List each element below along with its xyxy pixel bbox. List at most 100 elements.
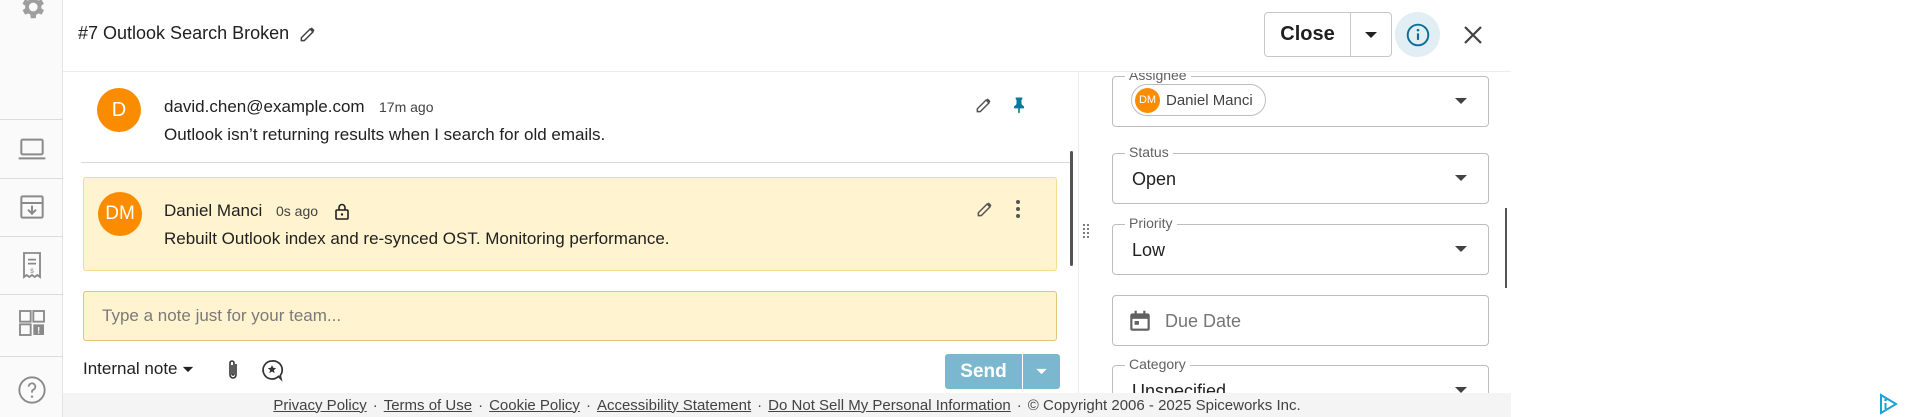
resize-handle[interactable] <box>1081 222 1091 242</box>
ticket-details-panel: Assignee DM Daniel Manci Status Open Pri… <box>1101 73 1501 393</box>
pin-icon <box>1014 97 1024 114</box>
send-button[interactable]: Send <box>945 354 1022 389</box>
gear-icon <box>22 0 44 19</box>
send-group: Send <box>945 354 1060 389</box>
note-input[interactable] <box>84 292 1056 340</box>
more-vert-icon <box>1016 200 1020 218</box>
assignee-chip[interactable]: DM Daniel Manci <box>1131 84 1266 116</box>
status-label: Status <box>1125 144 1173 160</box>
note-type-dropdown[interactable]: Internal note <box>83 359 194 379</box>
canned-response-icon <box>262 360 284 382</box>
privacy-policy-link[interactable]: Privacy Policy <box>273 397 366 414</box>
edit-title-button[interactable] <box>296 22 320 46</box>
priority-value: Low <box>1132 240 1166 260</box>
info-button[interactable] <box>1395 12 1440 57</box>
priority-label: Priority <box>1125 215 1177 231</box>
nav-devices[interactable] <box>0 120 63 178</box>
invoice-icon: $ <box>22 252 41 279</box>
close-ticket-group: Close <box>1264 12 1392 57</box>
message-time: 17m ago <box>379 99 434 115</box>
category-value: Unspecified <box>1132 381 1227 393</box>
ticket-title: #7 Outlook Search Broken <box>78 23 290 43</box>
caret-down-icon <box>182 366 193 372</box>
attach-file-button[interactable] <box>220 357 246 383</box>
caret-down-icon <box>1365 31 1377 38</box>
accessibility-statement-link[interactable]: Accessibility Statement <box>597 397 751 414</box>
nav-settings[interactable] <box>0 0 63 36</box>
ticket-header: #7 Outlook Search Broken Close <box>63 0 1511 72</box>
terms-of-use-link[interactable]: Terms of Use <box>384 397 472 414</box>
close-icon <box>1464 26 1482 44</box>
private-lock-indicator <box>330 199 354 223</box>
assignee-field[interactable]: Assignee DM Daniel Manci <box>1112 73 1489 127</box>
edit-note-button[interactable] <box>973 197 997 221</box>
assignee-label: Assignee <box>1125 73 1191 83</box>
send-options-dropdown[interactable] <box>1023 354 1060 389</box>
inventory-icon <box>19 195 44 219</box>
adchoices-button[interactable] <box>1876 392 1900 416</box>
status-select[interactable]: Status Open <box>1112 144 1489 204</box>
category-label: Category <box>1125 356 1190 372</box>
close-ticket-button[interactable]: Close <box>1265 13 1351 56</box>
note-type-label: Internal note <box>83 359 178 378</box>
nav-help[interactable] <box>0 361 63 417</box>
caret-down-icon <box>1036 368 1047 375</box>
category-select[interactable]: Category Unspecified <box>1112 356 1489 393</box>
cookie-policy-link[interactable]: Cookie Policy <box>489 397 580 414</box>
nav-dashboard-alerts[interactable]: ! <box>0 294 63 352</box>
edit-message-button[interactable] <box>972 93 996 117</box>
message-sender: david.chen@example.com <box>164 97 365 116</box>
rail-divider <box>0 356 63 357</box>
paperclip-icon <box>229 360 237 379</box>
footer-separator: · <box>478 396 484 414</box>
calendar-icon <box>1130 310 1150 331</box>
message-sender: Daniel Manci <box>164 201 263 220</box>
drag-handle-icon <box>1083 224 1089 238</box>
pin-message-button[interactable] <box>1007 93 1031 117</box>
lock-icon <box>335 203 349 220</box>
dashboard-alert-icon: ! <box>18 310 45 336</box>
assignee-name: Daniel Manci <box>1166 91 1253 109</box>
svg-text:$: $ <box>30 268 34 275</box>
do-not-sell-link[interactable]: Do Not Sell My Personal Information <box>768 397 1011 414</box>
left-nav-rail: $ ! <box>0 0 63 417</box>
pencil-icon <box>300 27 315 42</box>
adchoices-icon <box>1880 393 1898 415</box>
avatar: DM <box>98 192 142 236</box>
svg-text:!: ! <box>37 326 40 336</box>
panel-scrollbar[interactable] <box>1505 208 1507 288</box>
message-body: Rebuilt Outlook index and re-synced OST.… <box>164 229 670 248</box>
close-options-dropdown[interactable] <box>1351 13 1391 56</box>
close-panel-button[interactable] <box>1456 18 1490 52</box>
help-icon <box>17 376 46 404</box>
avatar: D <box>97 88 141 132</box>
footer-separator: · <box>757 396 763 414</box>
private-note-item: DM Daniel Manci 0s ago Rebuilt Outlook i… <box>83 177 1057 271</box>
composer-toolbar: Internal note Send <box>83 352 1060 389</box>
caret-down-icon <box>1455 387 1467 393</box>
copyright-text: © Copyright 2006 - 2025 Spiceworks Inc. <box>1027 396 1301 414</box>
info-icon <box>1406 23 1429 46</box>
due-date-placeholder: Due Date <box>1165 311 1242 331</box>
message-body: Outlook isn’t returning results when I s… <box>164 125 606 144</box>
app-root: $ ! #7 Outlook Search Broken Close D dav… <box>0 0 1906 417</box>
footer-separator: · <box>585 396 591 414</box>
conversation-thread: D david.chen@example.com 17m ago Outlook… <box>63 73 1076 285</box>
laptop-icon <box>18 138 45 160</box>
caret-down-icon <box>1455 246 1467 252</box>
pane-splitter <box>1078 73 1079 393</box>
footer-separator: · <box>372 396 378 414</box>
caret-down-icon <box>1455 175 1467 181</box>
nav-invoices[interactable]: $ <box>0 236 63 294</box>
thread-scrollbar[interactable] <box>1070 151 1073 266</box>
due-date-field[interactable]: Due Date <box>1112 295 1489 346</box>
note-composer <box>83 291 1057 341</box>
status-value: Open <box>1132 169 1177 189</box>
nav-inventory[interactable] <box>0 178 63 236</box>
site-footer: Privacy Policy · Terms of Use · Cookie P… <box>63 393 1511 417</box>
pencil-icon <box>976 98 991 113</box>
message-time: 0s ago <box>276 203 319 219</box>
priority-select[interactable]: Priority Low <box>1112 215 1489 275</box>
canned-response-button[interactable] <box>259 357 285 383</box>
note-menu-button[interactable] <box>1006 197 1030 221</box>
